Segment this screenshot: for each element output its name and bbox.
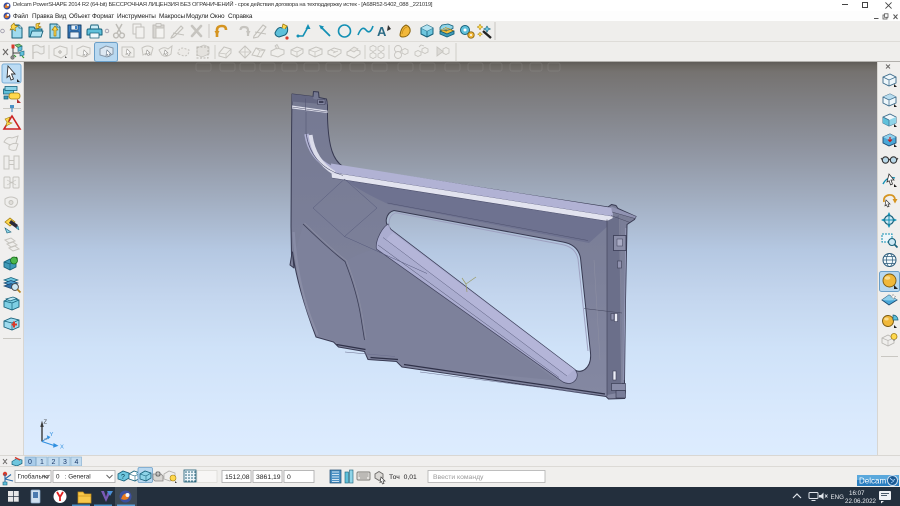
svg-text:0: 0 xyxy=(287,474,291,481)
svg-text:Z: Z xyxy=(44,420,48,426)
svg-text:Delcam: Delcam xyxy=(859,477,886,486)
svg-text:1: 1 xyxy=(40,459,44,466)
svg-text:Ввести команду: Ввести команду xyxy=(433,474,484,481)
svg-text:3: 3 xyxy=(63,459,67,466)
svg-text:X: X xyxy=(60,445,64,451)
svg-text:0 : General: 0 : General xyxy=(56,474,91,481)
svg-text:22.06.2022: 22.06.2022 xyxy=(845,498,877,505)
svg-text:16:07: 16:07 xyxy=(849,490,865,497)
svg-text:Y: Y xyxy=(50,432,54,438)
svg-text:3861,19: 3861,19 xyxy=(256,474,281,481)
svg-text:?: ? xyxy=(121,474,125,481)
svg-text:4: 4 xyxy=(75,459,79,466)
svg-text:2: 2 xyxy=(52,459,56,466)
svg-text:0: 0 xyxy=(28,459,32,466)
svg-text:A: A xyxy=(377,24,387,39)
svg-text:1512,08: 1512,08 xyxy=(225,474,250,481)
svg-text:Точ 0,01: Точ 0,01 xyxy=(389,474,417,481)
svg-text:ENG: ENG xyxy=(831,494,845,501)
svg-text:w: w xyxy=(45,436,48,441)
